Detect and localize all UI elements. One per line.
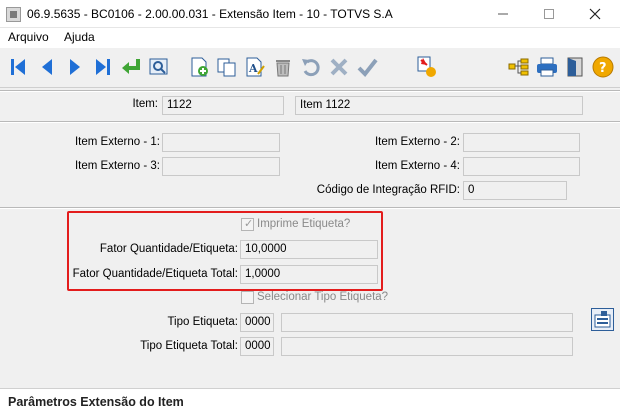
item-externo-1-field[interactable]	[162, 133, 280, 152]
new-record-icon	[191, 57, 208, 77]
highlight-box	[67, 211, 383, 291]
item-externo-1-label: Item Externo - 1:	[74, 136, 160, 148]
go-to-button[interactable]	[118, 54, 144, 80]
delete-button[interactable]	[270, 54, 296, 80]
app-icon	[6, 7, 21, 22]
first-record-button[interactable]	[5, 54, 31, 80]
status-text: Parâmetros Extensão do Item	[8, 395, 184, 409]
tipo-etiqueta-total-code-field[interactable]: 0000	[240, 337, 274, 356]
item-externo-2-label: Item Externo - 2:	[374, 136, 460, 148]
item-externo-3-label: Item Externo - 3:	[74, 160, 160, 172]
title-bar: 06.9.5635 - BC0106 - 2.00.00.031 - Exten…	[0, 0, 620, 28]
rfid-label: Código de Integração RFID:	[316, 184, 460, 196]
copy-record-button[interactable]	[214, 54, 240, 80]
cancel-button[interactable]	[326, 54, 352, 80]
print-button[interactable]	[534, 54, 560, 80]
zoom-lookup-button[interactable]	[591, 308, 614, 331]
menu-bar: Arquivo Ajuda	[0, 28, 620, 48]
undo-icon	[302, 59, 320, 77]
tipo-etiqueta-total-label: Tipo Etiqueta Total:	[140, 340, 238, 352]
separator	[0, 207, 620, 209]
query-button[interactable]	[414, 54, 440, 80]
exit-icon	[567, 57, 583, 77]
next-record-button[interactable]	[62, 54, 88, 80]
previous-record-button[interactable]	[34, 54, 60, 80]
lookup-icon	[594, 311, 611, 328]
query-icon	[417, 56, 436, 77]
menu-ajuda[interactable]: Ajuda	[64, 30, 95, 44]
go-to-icon	[122, 59, 140, 74]
tipo-etiqueta-total-description-field	[281, 337, 573, 356]
delete-icon	[276, 60, 290, 77]
item-externo-2-field[interactable]	[463, 133, 580, 152]
item-externo-4-field[interactable]	[463, 157, 580, 176]
edit-record-icon: A	[246, 57, 265, 77]
item-code-field[interactable]: 1122	[162, 96, 284, 115]
selecionar-tipo-etiqueta-checkbox[interactable]	[241, 291, 254, 304]
save-button[interactable]	[354, 54, 380, 80]
separator	[0, 121, 620, 123]
tipo-etiqueta-description-field	[281, 313, 573, 332]
maximize-button[interactable]	[526, 0, 572, 28]
tipo-etiqueta-code-field[interactable]: 0000	[240, 313, 274, 332]
navigate-icon	[508, 58, 529, 76]
close-icon	[589, 8, 601, 20]
search-button[interactable]	[146, 54, 172, 80]
maximize-icon	[544, 9, 554, 19]
close-button[interactable]	[572, 0, 618, 28]
last-record-icon	[96, 59, 110, 75]
search-icon	[149, 58, 168, 75]
undo-button[interactable]	[298, 54, 324, 80]
previous-record-icon	[42, 59, 52, 75]
copy-record-icon	[217, 58, 236, 77]
exit-button[interactable]	[562, 54, 588, 80]
item-externo-3-field[interactable]	[162, 157, 280, 176]
minimize-icon	[498, 13, 508, 15]
svg-text:?: ?	[599, 61, 607, 76]
minimize-button[interactable]	[480, 0, 526, 28]
svg-text:A: A	[248, 62, 258, 75]
item-description-field[interactable]: Item 1122	[295, 96, 583, 115]
help-icon: ?	[592, 56, 614, 78]
item-externo-4-label: Item Externo - 4:	[374, 160, 460, 172]
tipo-etiqueta-label: Tipo Etiqueta:	[167, 316, 238, 328]
cancel-icon	[330, 58, 348, 76]
new-record-button[interactable]	[186, 54, 212, 80]
rfid-field[interactable]: 0	[463, 181, 567, 200]
item-label: Item:	[132, 98, 158, 110]
last-record-button[interactable]	[90, 54, 116, 80]
first-record-icon	[11, 59, 25, 75]
status-bar: Parâmetros Extensão do Item	[0, 388, 620, 415]
navigate-button[interactable]	[506, 54, 532, 80]
selecionar-tipo-etiqueta-label: Selecionar Tipo Etiqueta?	[257, 291, 389, 303]
toolbar: A ?	[0, 48, 620, 88]
separator	[0, 90, 620, 92]
window-title: 06.9.5635 - BC0106 - 2.00.00.031 - Exten…	[27, 7, 393, 21]
help-button[interactable]: ?	[590, 54, 616, 80]
menu-arquivo[interactable]: Arquivo	[8, 30, 49, 44]
print-icon	[537, 57, 557, 77]
save-icon	[357, 58, 378, 78]
edit-record-button[interactable]: A	[242, 54, 268, 80]
next-record-icon	[70, 59, 80, 75]
